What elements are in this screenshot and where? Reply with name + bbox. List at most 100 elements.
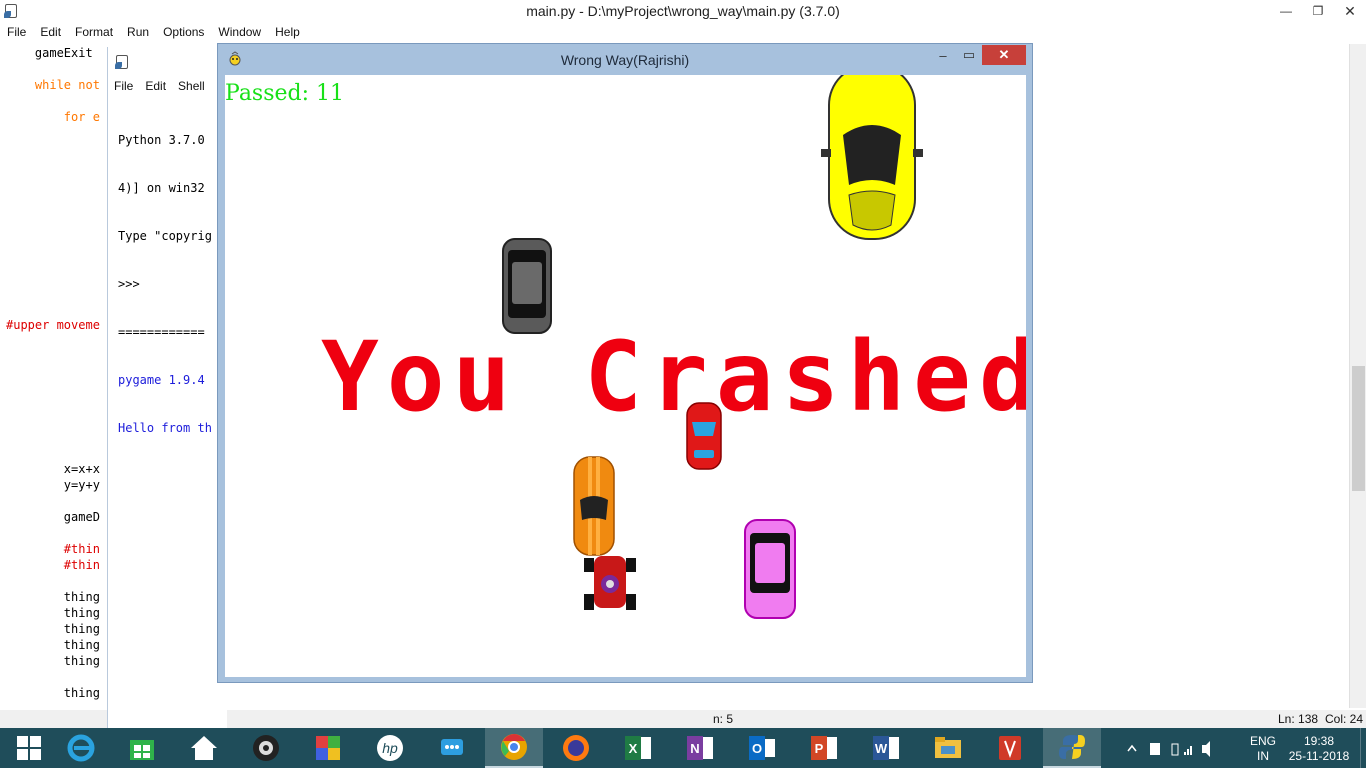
editor-restore-button[interactable]: ❐ (1302, 0, 1334, 22)
store-icon[interactable] (113, 728, 171, 768)
code-line: y=y+y (6, 478, 100, 492)
code-line: thing (6, 686, 100, 700)
code-line: thing (6, 606, 100, 620)
status-partial: n: 5 (713, 712, 734, 726)
desktop: main.py - D:\myProject\wrong_way\main.py… (0, 0, 1366, 768)
svg-text:P: P (815, 741, 824, 756)
network-icon (1184, 752, 1186, 755)
support-assistant-icon[interactable] (423, 728, 481, 768)
shell-line: pygame 1.9.4 (118, 373, 205, 387)
shell-output[interactable]: Python 3.7.0 4)] on win32 Type "copyrig … (118, 100, 212, 468)
game-minimize-button[interactable]: – (930, 45, 956, 65)
python-shell-window: File Edit Shell Python 3.7.0 4)] on win3… (107, 47, 227, 740)
svg-text:hp: hp (382, 740, 398, 756)
shell-line: 4)] on win32 (118, 181, 205, 195)
pink-car-icon (744, 519, 796, 619)
shell-line: Hello from th (118, 421, 212, 435)
crash-message: You Crashed (321, 321, 1026, 433)
word-icon[interactable]: W (857, 728, 915, 768)
code-line: #thin (6, 558, 100, 572)
code-line: thing (6, 622, 100, 636)
code-line: thing (6, 654, 100, 668)
internet-explorer-icon[interactable] (52, 728, 110, 768)
score-label: Passed: 11 (225, 81, 345, 106)
status-line: Ln: 138 (1278, 712, 1319, 726)
menu-run[interactable]: Run (120, 23, 156, 43)
game-canvas[interactable]: Passed: 11 You Crashed (225, 75, 1026, 677)
menu-help[interactable]: Help (268, 23, 307, 43)
status-col: Col: 24 (1325, 712, 1364, 726)
show-desktop-button[interactable] (1360, 728, 1366, 768)
menu-edit[interactable]: Edit (33, 23, 68, 43)
menu-window[interactable]: Window (211, 23, 268, 43)
region-code: IN (1257, 749, 1269, 763)
menu-options[interactable]: Options (156, 23, 211, 43)
gray-car-icon (502, 238, 552, 334)
code-line: #upper moveme (6, 318, 100, 332)
clock-date: 25-11-2018 (1288, 749, 1350, 763)
language-code: ENG (1249, 734, 1276, 748)
show-hidden-icons-icon (1127, 744, 1137, 752)
code-line: for e (6, 110, 100, 124)
language-indicator[interactable]: ENG IN (1248, 728, 1278, 768)
game-window: Wrong Way(Rajrishi) – ▭ ✕ Passed: 11 You… (217, 43, 1033, 683)
code-line: thing (6, 638, 100, 652)
file-explorer-icon[interactable] (919, 728, 977, 768)
battery-icon (1171, 743, 1179, 756)
editor-minimize-button[interactable]: — (1270, 0, 1302, 22)
powerpoint-icon[interactable]: P (795, 728, 853, 768)
code-line: x=x+x (6, 462, 100, 476)
game-maximize-button[interactable]: ▭ (956, 45, 982, 65)
editor-titlebar[interactable]: main.py - D:\myProject\wrong_way\main.py… (0, 0, 1366, 23)
menu-file[interactable]: File (0, 23, 33, 43)
webcam-icon[interactable] (237, 728, 295, 768)
system-tray (1120, 728, 1220, 768)
shell-prompt: >>> (118, 277, 147, 291)
editor-vertical-scrollbar[interactable] (1349, 44, 1366, 708)
chrome-icon[interactable] (485, 728, 543, 768)
editor-scroll-thumb[interactable] (1352, 366, 1365, 491)
shell-menubar: File Edit Shell (108, 78, 211, 96)
code-line: gameExit (6, 46, 93, 60)
start-button-icon[interactable] (0, 728, 58, 768)
code-line: while not (6, 78, 100, 92)
clock[interactable]: 19:38 25-11-2018 (1284, 728, 1354, 768)
paint-icon[interactable] (299, 728, 357, 768)
outlook-icon[interactable]: O (733, 728, 791, 768)
action-center-icon (1150, 743, 1160, 755)
volume-icon (1202, 741, 1210, 757)
editor-menubar: File Edit Format Run Options Window Help (0, 23, 307, 43)
code-line: #thin (6, 542, 100, 556)
shell-line: Python 3.7.0 (118, 133, 205, 147)
code-line: thing (6, 590, 100, 604)
editor-close-button[interactable]: ✕ (1334, 0, 1366, 22)
menu-format[interactable]: Format (68, 23, 120, 43)
taskbar: hp X N O P W ENG IN 19:38 25-11-2018 (0, 728, 1366, 768)
firefox-icon[interactable] (547, 728, 605, 768)
svg-text:W: W (875, 741, 888, 756)
shell-line: ============ (118, 325, 205, 339)
player-gokart-icon (584, 556, 636, 610)
game-close-button[interactable]: ✕ (982, 45, 1026, 65)
onenote-icon[interactable]: N (671, 728, 729, 768)
game-window-title: Wrong Way(Rajrishi) (560, 52, 690, 68)
game-titlebar[interactable]: Wrong Way(Rajrishi) – ▭ ✕ (218, 44, 1032, 74)
reader-icon[interactable] (981, 728, 1039, 768)
orange-car-icon (573, 456, 615, 556)
hp-icon[interactable]: hp (361, 728, 419, 768)
svg-text:O: O (752, 741, 762, 756)
shell-menu-edit[interactable]: Edit (139, 78, 172, 96)
svg-text:N: N (690, 741, 699, 756)
clock-time: 19:38 (1303, 734, 1335, 748)
yellow-car-icon (821, 75, 923, 240)
shell-menu-shell[interactable]: Shell (172, 78, 211, 96)
svg-text:X: X (629, 741, 638, 756)
python-icon[interactable] (1043, 728, 1101, 768)
editor-window-title: main.py - D:\myProject\wrong_way\main.py… (526, 3, 840, 19)
shell-line: Type "copyrig (118, 229, 212, 243)
excel-icon[interactable]: X (609, 728, 667, 768)
shell-menu-file[interactable]: File (108, 78, 139, 96)
shell-app-icon (114, 54, 130, 70)
home-icon[interactable] (175, 728, 233, 768)
code-line: gameD (6, 510, 100, 524)
